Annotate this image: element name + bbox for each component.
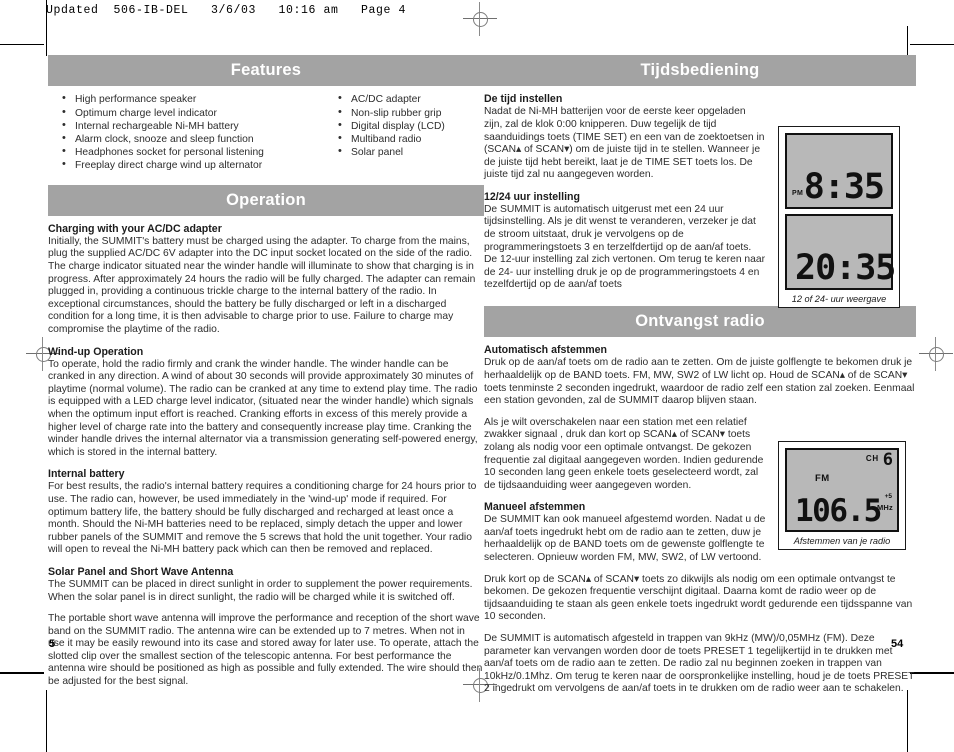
operation-block-solar-antenna: Solar Panel and Short Wave Antenna The S… <box>48 566 484 689</box>
paragraph: The portable short wave antenna will imp… <box>48 613 483 688</box>
subheading: Internal battery <box>48 468 125 481</box>
list-item: Non-slip rubber grip <box>338 106 484 120</box>
ontvangst-tail-paragraph-2: De SUMMIT is automatisch afgesteld in tr… <box>484 633 916 696</box>
figure-caption: 12 of 24- uur weergave <box>791 294 887 305</box>
lcd-unit-label: MHz <box>876 503 893 513</box>
crop-mark-top-right-horizontal <box>910 44 954 45</box>
crop-mark-top-left-vertical <box>46 26 47 56</box>
list-item: Optimum charge level indicator <box>62 106 338 120</box>
features-column-1: High performance speaker Optimum charge … <box>48 92 338 172</box>
paragraph: Druk op de aan/af toets om de radio aan … <box>484 357 915 407</box>
subheading: Wind-up Operation <box>48 345 144 358</box>
lcd-channel-label: CH <box>865 454 879 464</box>
ontvangst-block-automatisch: Automatisch afstemmen Druk op de aan/af … <box>484 344 916 407</box>
paragraph: Nadat de Ni-MH batterijen voor de eerste… <box>484 106 765 181</box>
ontvangst-body: Automatisch afstemmen Druk op de aan/af … <box>484 344 916 696</box>
figure-clock-display: PM 8:35 20:35 12 of 24- uur weergave <box>778 126 900 309</box>
lcd-screen-12-hour: PM 8:35 <box>785 133 893 210</box>
features-list-secondary: AC/DC adapter Non-slip rubber grip Digit… <box>338 92 484 159</box>
list-item: Solar panel <box>338 145 484 159</box>
paragraph: Druk kort op de SCAN▴ of SCAN▾ toets zo … <box>484 573 913 623</box>
lcd-pm-indicator: PM <box>792 190 804 198</box>
paragraph: Als je wilt overschakelen naar een stati… <box>484 416 764 491</box>
paragraph: De SUMMIT is automatisch afgesteld in tr… <box>484 633 915 695</box>
section-heading-tijdsbediening: Tijdsbediening <box>484 55 916 87</box>
page-number-right: 54 <box>891 638 904 650</box>
page-number-left: 5 <box>49 638 56 650</box>
tijd-block-de-tijd-instellen: De tijd instellen Nadat de Ni-MH batteri… <box>484 93 766 182</box>
features-lists: High performance speaker Optimum charge … <box>48 86 484 172</box>
list-item: Multiband radio <box>338 132 484 146</box>
list-item: Alarm clock, snooze and sleep function <box>62 132 338 146</box>
lcd-band-indicator: FM <box>815 473 830 485</box>
paragraph: De SUMMIT is automatisch uitgerust met e… <box>484 203 766 291</box>
crop-mark-bottom-right-vertical <box>907 690 908 752</box>
ontvangst-block-zwakker-signaal: Als je wilt overschakelen naar een stati… <box>484 417 766 493</box>
figure-caption: Afstemmen van je radio <box>793 536 891 547</box>
registration-mark-right-icon <box>919 337 953 371</box>
lcd-time-12-hour: 8:35 <box>803 167 885 208</box>
subheading: Manueel afstemmen <box>484 501 586 514</box>
lcd-time-24-hour: 20:35 <box>795 248 896 289</box>
crop-mark-top-right-vertical <box>907 26 908 56</box>
left-page-column: Features High performance speaker Optimu… <box>48 55 484 689</box>
crop-mark-bottom-left-vertical <box>46 690 47 752</box>
lcd-plus5-indicator: +5 <box>884 493 892 501</box>
ontvangst-block-manueel: Manueel afstemmen De SUMMIT kan ook manu… <box>484 501 766 564</box>
crop-mark-top-left-horizontal <box>0 44 44 45</box>
list-item: Internal rechargeable Ni-MH battery <box>62 119 338 133</box>
subheading: 12/24 uur instelling <box>484 190 580 203</box>
right-page-column: Tijdsbediening De tijd instellen Nadat d… <box>484 55 916 696</box>
paragraph: De SUMMIT kan ook manueel afgestemd word… <box>484 514 766 564</box>
operation-block-charging: Charging with your AC/DC adapter Initial… <box>48 223 484 337</box>
paragraph: To operate, hold the radio firmly and cr… <box>48 358 478 458</box>
operation-block-internal-battery: Internal battery For best results, the r… <box>48 468 484 557</box>
paragraph: The SUMMIT can be placed in direct sunli… <box>48 578 473 603</box>
lcd-screen-radio: CH 6 FM 106.5 +5 MHz <box>785 448 899 533</box>
section-heading-operation: Operation <box>48 184 484 216</box>
list-item: Freeplay direct charge wind up alternato… <box>62 158 338 172</box>
section-heading-ontvangst-radio: Ontvangst radio <box>484 306 916 338</box>
crop-mark-bottom-right-horizontal <box>910 672 954 674</box>
subheading: De tijd instellen <box>484 93 563 106</box>
section-heading-features: Features <box>48 55 484 87</box>
list-item: Headphones socket for personal listening <box>62 145 338 159</box>
crop-mark-bottom-left-horizontal <box>0 672 44 674</box>
subheading: Charging with your AC/DC adapter <box>48 222 222 235</box>
paragraph: For best results, the radio's internal b… <box>48 481 477 556</box>
subheading: Automatisch afstemmen <box>484 344 608 357</box>
list-item: AC/DC adapter <box>338 92 484 106</box>
print-job-header: Updated 506-IB-DEL 3/6/03 10:16 am Page … <box>46 4 407 17</box>
lcd-frequency-value: 106.5 <box>795 493 882 530</box>
operation-block-windup: Wind-up Operation To operate, hold the r… <box>48 346 484 460</box>
registration-mark-top-icon <box>463 2 497 36</box>
features-column-2: AC/DC adapter Non-slip rubber grip Digit… <box>338 92 484 172</box>
lcd-screen-24-hour: 20:35 <box>785 214 896 291</box>
ontvangst-tail-paragraph-1: Druk kort op de SCAN▴ of SCAN▾ toets zo … <box>484 574 916 624</box>
lcd-channel-number: 6 <box>882 450 893 471</box>
tijd-block-12-24-uur: 12/24 uur instelling De SUMMIT is automa… <box>484 191 766 292</box>
features-list-primary: High performance speaker Optimum charge … <box>62 92 338 172</box>
list-item: High performance speaker <box>62 92 338 106</box>
subheading: Solar Panel and Short Wave Antenna <box>48 565 234 578</box>
list-item: Digital display (LCD) <box>338 119 484 133</box>
paragraph: Initially, the SUMMIT's battery must be … <box>48 235 476 335</box>
tijdsbediening-body: De tijd instellen Nadat de Ni-MH batteri… <box>484 93 916 309</box>
figure-radio-tuning-display: CH 6 FM 106.5 +5 MHz Afstemmen van je ra… <box>778 441 906 551</box>
